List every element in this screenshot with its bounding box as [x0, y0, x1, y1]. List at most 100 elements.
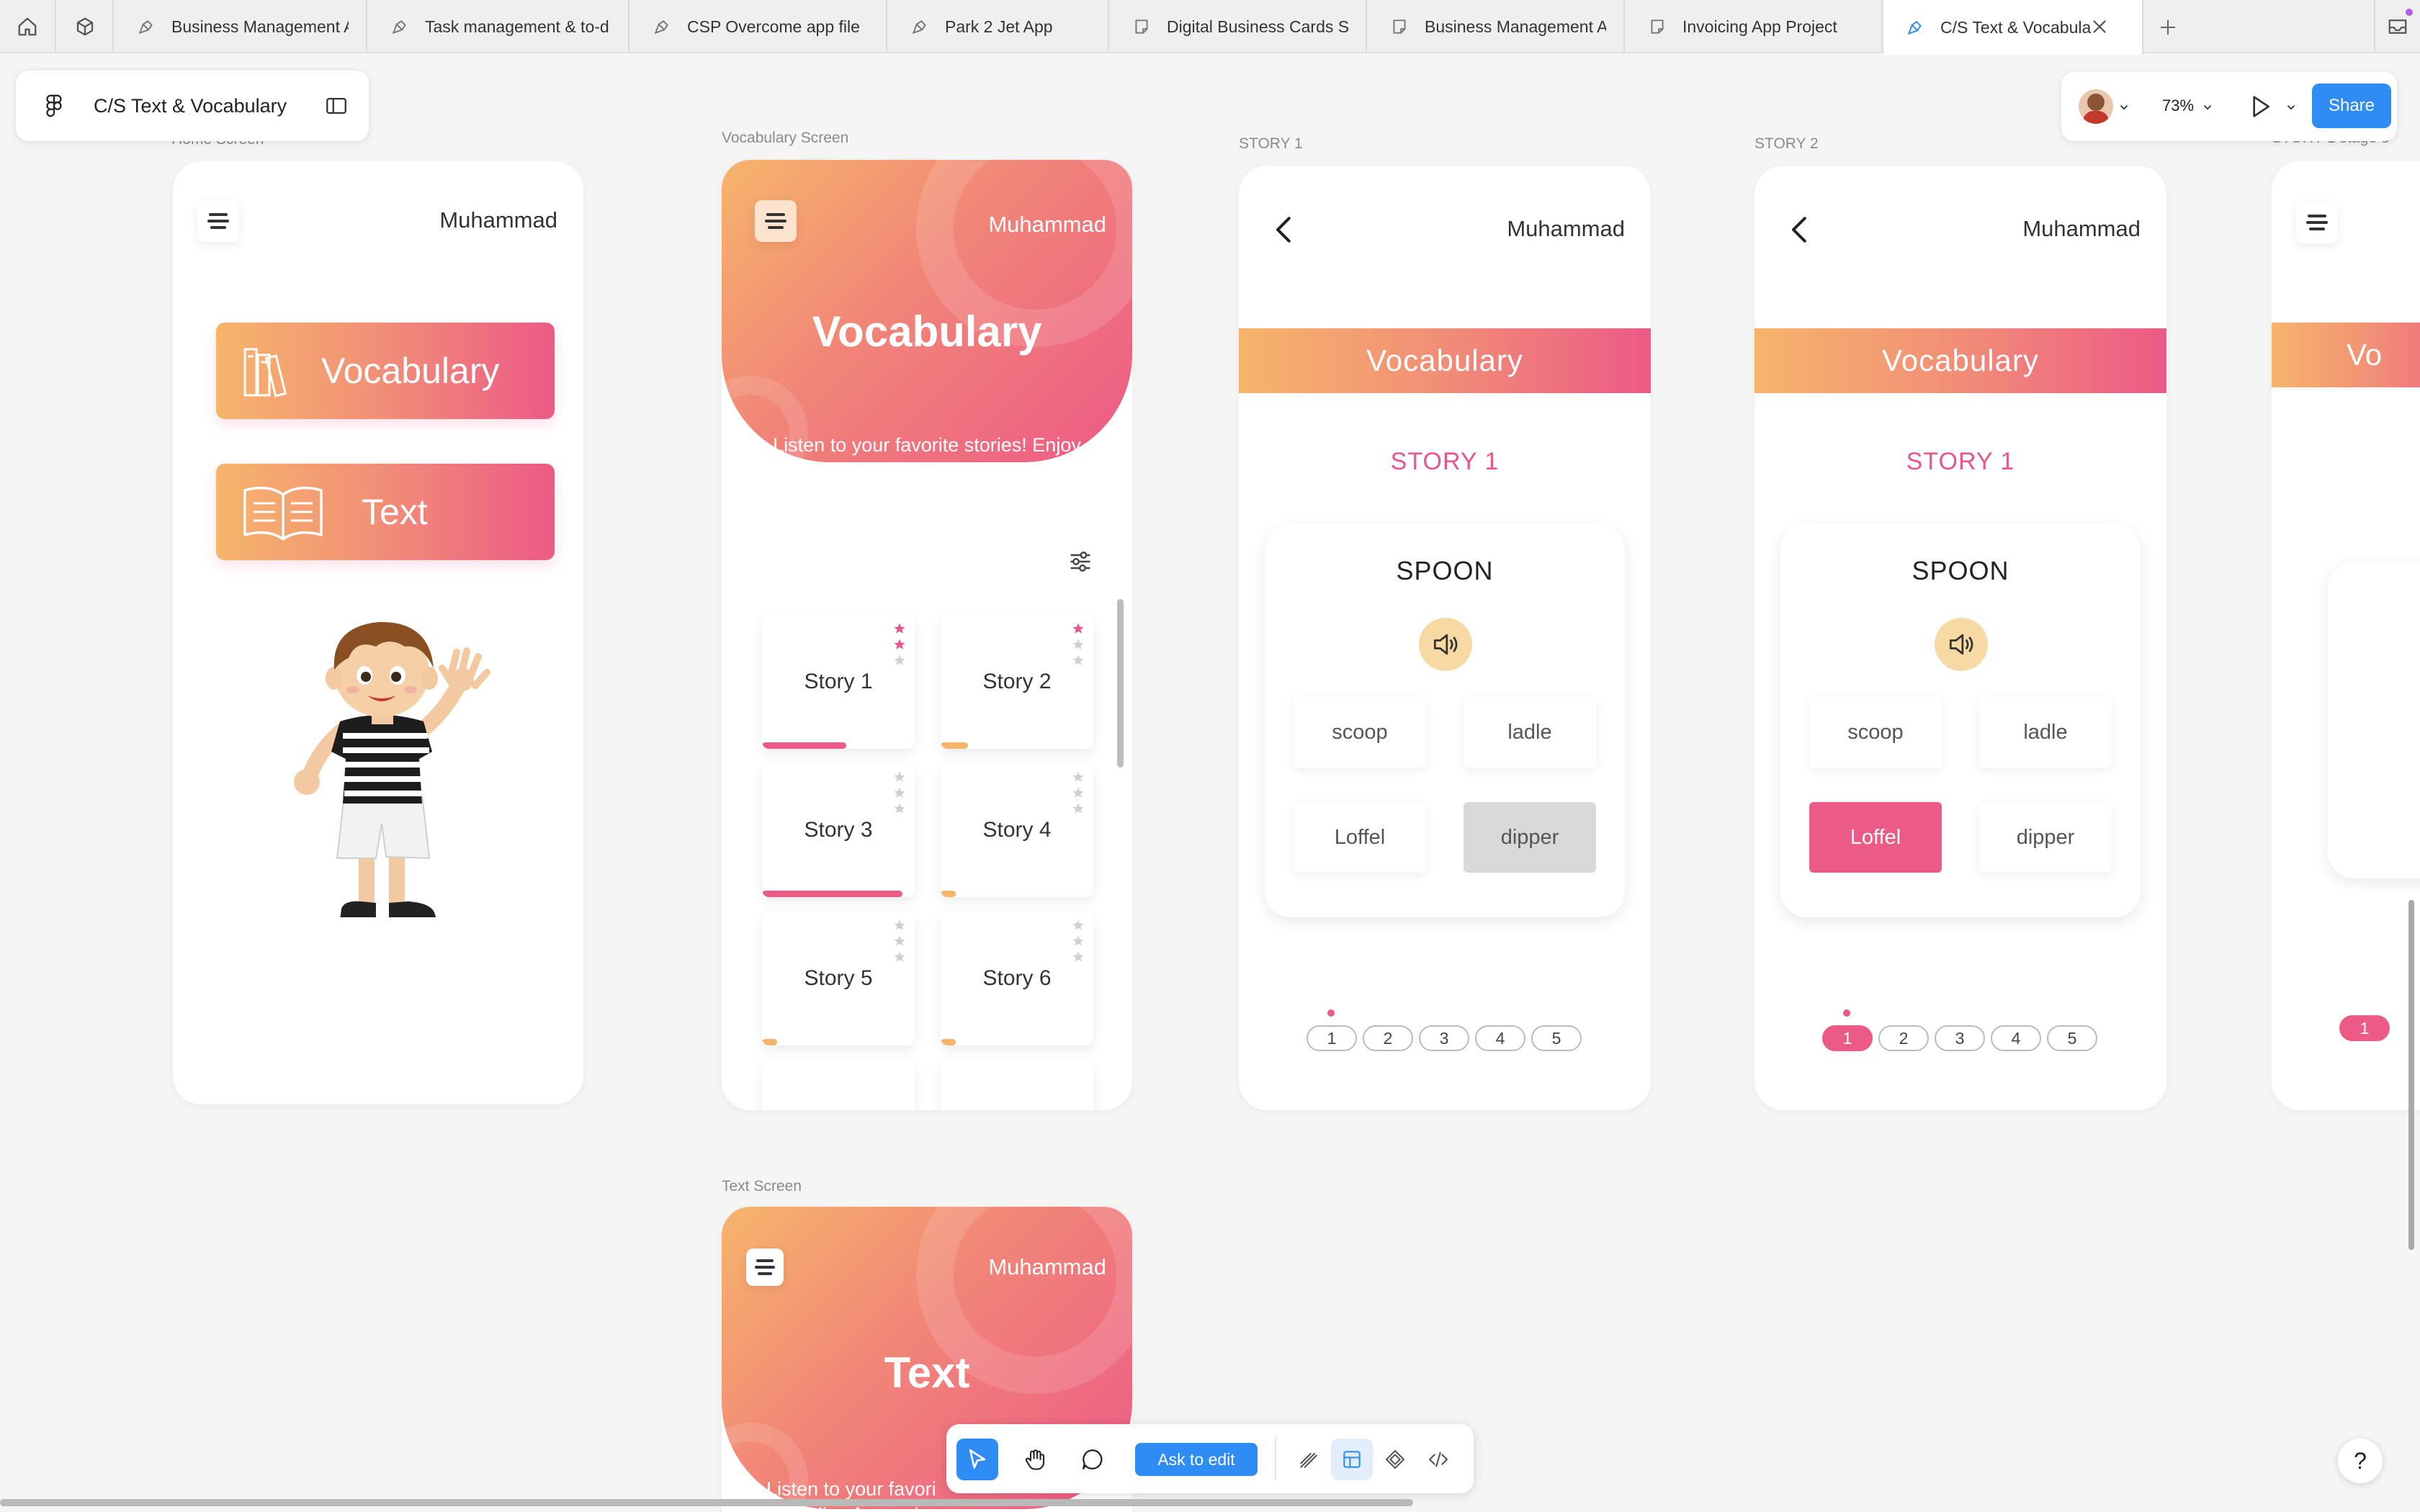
- tab-task-management[interactable]: Task management & to-d: [369, 0, 629, 53]
- story-card[interactable]: Story 5: [762, 912, 915, 1045]
- inbox-button[interactable]: [2374, 0, 2420, 53]
- vertical-scrollbar[interactable]: [2408, 900, 2414, 1250]
- page-button[interactable]: 2: [1878, 1025, 1929, 1051]
- close-icon[interactable]: [2089, 16, 2110, 37]
- page-button[interactable]: 4: [1991, 1025, 2041, 1051]
- page-button[interactable]: 5: [1531, 1025, 1582, 1051]
- menu-line: [209, 213, 228, 216]
- ask-to-edit-button[interactable]: Ask to edit: [1135, 1443, 1258, 1476]
- vocabulary-button[interactable]: Vocabulary: [216, 323, 555, 419]
- new-tab-button[interactable]: [2154, 13, 2182, 42]
- page-button-active[interactable]: 1: [2339, 1015, 2390, 1041]
- speaker-button[interactable]: [1935, 618, 1988, 671]
- option-button-correct[interactable]: Loffel: [1809, 802, 1942, 873]
- page-button-active[interactable]: 1: [1822, 1025, 1873, 1051]
- frame-label-vocab[interactable]: Vocabulary Screen: [722, 130, 848, 147]
- speaker-button[interactable]: [1419, 618, 1472, 671]
- filter-icon[interactable]: [1067, 549, 1093, 575]
- option-button-selected[interactable]: dipper: [1464, 802, 1596, 873]
- browser-tab-bar: Business Management A Task management & …: [0, 0, 2420, 55]
- menu-button[interactable]: [746, 1248, 784, 1286]
- story-rating: [893, 919, 908, 966]
- text-button[interactable]: Text: [216, 464, 555, 560]
- home-tab[interactable]: [0, 0, 56, 53]
- story-card[interactable]: Story 3: [762, 763, 915, 897]
- page-button[interactable]: 3: [1419, 1025, 1469, 1051]
- tab-park-2-jet[interactable]: Park 2 Jet App: [889, 0, 1109, 53]
- option-button[interactable]: scoop: [1809, 697, 1942, 768]
- tab-business-management-2[interactable]: Business Management A: [1368, 0, 1625, 53]
- option-button[interactable]: Loffel: [1294, 802, 1426, 873]
- star-icon: [894, 803, 905, 814]
- tab-cs-text-vocabulary[interactable]: C/S Text & Vocabula: [1884, 0, 2143, 55]
- share-button[interactable]: Share: [2312, 84, 2391, 128]
- draw-icon: [1300, 1452, 1317, 1468]
- frame-label-text[interactable]: Text Screen: [722, 1178, 802, 1195]
- story1-stage3-frame[interactable]: Vo 1: [2272, 161, 2420, 1110]
- menu-button[interactable]: [755, 200, 797, 242]
- dev-mode-button[interactable]: [1417, 1439, 1459, 1480]
- hand-tool-button[interactable]: [1014, 1439, 1056, 1480]
- tab-label: Digital Business Cards Sc: [1167, 17, 1348, 36]
- story-progress-bar: [941, 891, 956, 897]
- comment-tool-button[interactable]: [1072, 1439, 1113, 1480]
- story-card[interactable]: Story 2: [941, 615, 1093, 749]
- whiteboard-file-icon: [1651, 19, 1664, 34]
- chevron-down-icon[interactable]: [2118, 101, 2130, 114]
- menu-line: [766, 213, 785, 216]
- option-button[interactable]: ladle: [1464, 697, 1596, 768]
- back-icon[interactable]: [1265, 210, 1304, 249]
- story2-frame[interactable]: Muhammad Vocabulary STORY 1 SPOON scoop …: [1754, 166, 2166, 1110]
- home-screen-frame[interactable]: Muhammad Vocabulary Text: [173, 161, 583, 1104]
- play-icon[interactable]: [2246, 92, 2275, 121]
- prototype-mode-button[interactable]: [1374, 1439, 1416, 1480]
- chevron-down-icon[interactable]: [2285, 101, 2298, 114]
- tab-invoicing-app[interactable]: Invoicing App Project: [1626, 0, 1883, 53]
- page-button[interactable]: 1: [1307, 1025, 1357, 1051]
- option-button[interactable]: ladle: [1979, 697, 2112, 768]
- story-card[interactable]: [762, 1060, 915, 1110]
- page-button[interactable]: 3: [1935, 1025, 1985, 1051]
- page-button[interactable]: 2: [1363, 1025, 1413, 1051]
- story1-frame[interactable]: Muhammad Vocabulary STORY 1 SPOON scoop …: [1239, 166, 1651, 1110]
- star-icon: [894, 639, 905, 649]
- sidebar-toggle-icon[interactable]: [324, 94, 349, 118]
- story-card[interactable]: Story 6: [941, 912, 1093, 1045]
- vocabulary-screen-frame[interactable]: Muhammad Vocabulary Listen to your favor…: [722, 160, 1132, 1110]
- option-button[interactable]: dipper: [1979, 802, 2112, 873]
- draw-mode-button[interactable]: [1288, 1439, 1330, 1480]
- horizontal-scrollbar[interactable]: [0, 1499, 1413, 1506]
- menu-button[interactable]: [197, 200, 239, 242]
- file-title[interactable]: C/S Text & Vocabulary: [94, 95, 287, 117]
- community-tab[interactable]: [58, 0, 114, 53]
- tab-label: Park 2 Jet App: [945, 17, 1053, 36]
- tab-csp-overcome[interactable]: CSP Overcome app file: [631, 0, 887, 53]
- story-card[interactable]: [941, 1060, 1093, 1110]
- story-card[interactable]: Story 4: [941, 763, 1093, 897]
- zoom-level[interactable]: 73%: [2162, 96, 2194, 115]
- help-button[interactable]: ?: [2338, 1439, 2383, 1483]
- tab-label: Business Management A: [1425, 17, 1606, 36]
- chevron-down-icon[interactable]: [2201, 101, 2214, 114]
- star-icon: [1072, 771, 1084, 782]
- story-card[interactable]: Story 1: [762, 615, 915, 749]
- home-icon: [18, 17, 37, 36]
- option-button[interactable]: scoop: [1294, 697, 1426, 768]
- menu-line: [2309, 228, 2325, 230]
- menu-button[interactable]: [2296, 202, 2338, 243]
- frame-label-story1[interactable]: STORY 1: [1239, 135, 1303, 153]
- tab-digital-business-cards[interactable]: Digital Business Cards Sc: [1111, 0, 1367, 53]
- move-tool-button[interactable]: [956, 1439, 998, 1480]
- tab-business-management-1[interactable]: Business Management A: [115, 0, 367, 53]
- star-icon: [1072, 951, 1084, 962]
- design-canvas[interactable]: Home Screen Vocabulary Screen STORY 1 ST…: [0, 55, 2420, 1512]
- design-mode-button[interactable]: [1331, 1439, 1373, 1480]
- avatar[interactable]: [2079, 89, 2113, 124]
- page-button[interactable]: 5: [2047, 1025, 2097, 1051]
- frame-label-story2[interactable]: STORY 2: [1754, 135, 1819, 153]
- figma-logo-icon[interactable]: [40, 92, 68, 120]
- back-icon[interactable]: [1780, 210, 1819, 249]
- story-progress-bar: [762, 891, 902, 897]
- frame-scrollbar[interactable]: [1117, 599, 1124, 768]
- page-button[interactable]: 4: [1475, 1025, 1525, 1051]
